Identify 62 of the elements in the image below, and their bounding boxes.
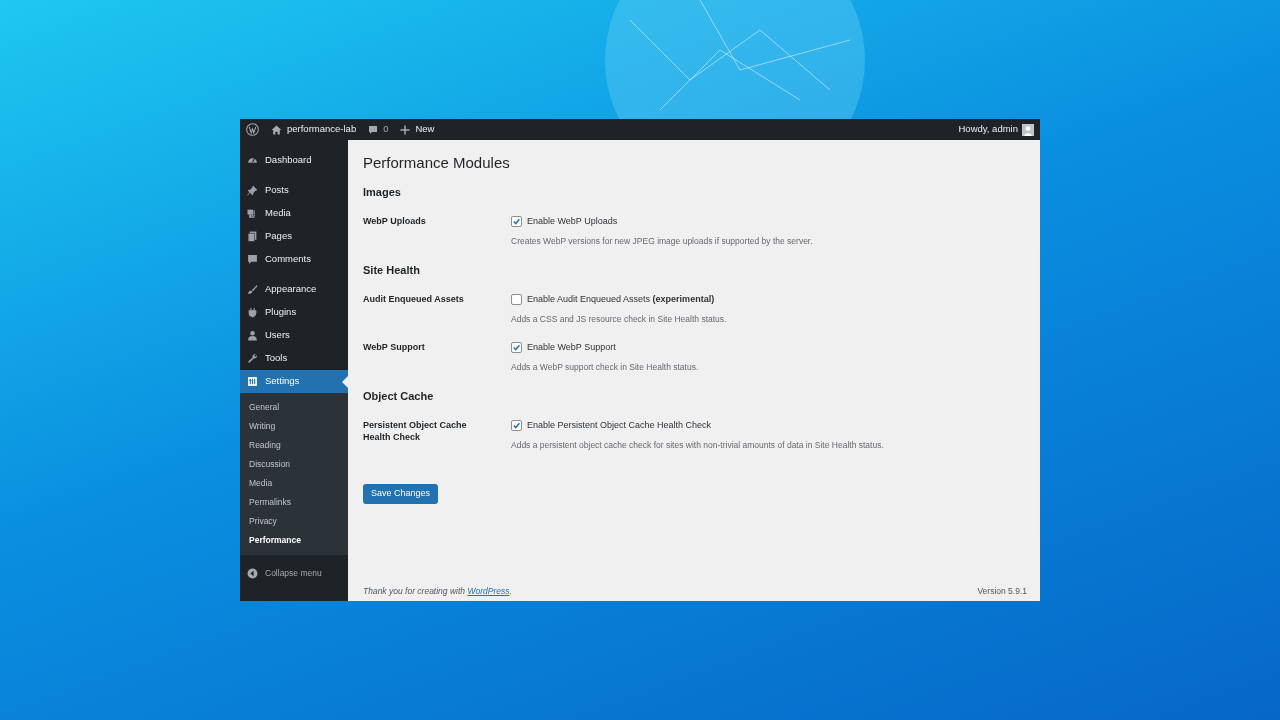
comment-icon bbox=[368, 124, 379, 135]
checkbox[interactable] bbox=[511, 419, 522, 431]
setting-label: Audit Enqueued Assets bbox=[363, 293, 465, 306]
checkbox-label[interactable]: Enable WebP Support bbox=[527, 341, 616, 353]
section-heading: Site Health bbox=[363, 263, 421, 277]
submenu-item[interactable]: Writing bbox=[240, 417, 348, 436]
footer-text: Thank you for creating with WordPress. bbox=[363, 585, 512, 598]
setting-label: WebP Uploads bbox=[363, 215, 427, 228]
collapse-menu-button[interactable]: Collapse menu bbox=[240, 563, 348, 583]
menu-item[interactable]: Users bbox=[240, 324, 348, 347]
avatar-icon bbox=[1022, 123, 1034, 136]
section-heading: Object Cache bbox=[363, 389, 435, 403]
media-icon bbox=[247, 208, 258, 219]
setting-description: Adds a WebP support check in Site Health status. bbox=[511, 362, 699, 373]
home-icon bbox=[271, 124, 282, 135]
section-heading: Images bbox=[363, 185, 402, 199]
setting-label: Persistent Object Cache Health Check bbox=[363, 419, 468, 444]
gauge-icon bbox=[247, 155, 258, 166]
pushpin-icon bbox=[247, 185, 258, 196]
page-title: Performance Modules bbox=[363, 154, 511, 172]
menu-item[interactable]: Tools bbox=[240, 347, 348, 370]
menu-item[interactable]: Settings bbox=[240, 370, 348, 393]
paintbrush-icon bbox=[247, 284, 258, 295]
submenu-item[interactable]: Discussion bbox=[240, 455, 348, 474]
menu-item[interactable]: Dashboard bbox=[240, 149, 348, 172]
plus-icon bbox=[400, 124, 411, 135]
checkbox[interactable] bbox=[511, 215, 522, 227]
menu-item[interactable]: Plugins bbox=[240, 301, 348, 324]
submenu-item[interactable]: Reading bbox=[240, 436, 348, 455]
submenu-item[interactable]: Performance bbox=[240, 531, 348, 550]
submenu-item[interactable]: Media bbox=[240, 474, 348, 493]
submenu-item[interactable]: Privacy bbox=[240, 512, 348, 531]
menu-item[interactable]: Pages bbox=[240, 225, 348, 248]
version-text: Version 5.9.1 bbox=[977, 585, 1027, 598]
collapse-icon bbox=[247, 567, 258, 579]
checkbox[interactable] bbox=[511, 293, 522, 305]
comments-link[interactable]: 0 bbox=[368, 122, 389, 137]
checkbox[interactable] bbox=[511, 341, 522, 353]
setting-description: Adds a CSS and JS resource check in Site Health status. bbox=[511, 314, 727, 325]
setting-description: Adds a persistent object cache check for sites with non-trivial amounts of data in Site Health status. bbox=[511, 440, 884, 451]
submenu-item[interactable]: General bbox=[240, 398, 348, 417]
wrench-icon bbox=[247, 353, 258, 364]
checkbox-label[interactable]: Enable Persistent Object Cache Health Check bbox=[527, 419, 712, 431]
comment-icon bbox=[247, 254, 258, 265]
checkbox-label[interactable]: Enable WebP Uploads bbox=[527, 215, 618, 227]
new-link[interactable]: New bbox=[400, 122, 435, 137]
plug-icon bbox=[247, 307, 258, 318]
menu-item[interactable]: Posts bbox=[240, 179, 348, 202]
menu-item[interactable]: Media bbox=[240, 202, 348, 225]
checkbox-label[interactable]: Enable Audit Enqueued Assets (experimental) bbox=[527, 293, 715, 305]
account-link[interactable]: Howdy, admin bbox=[958, 122, 1034, 137]
menu-item[interactable]: Comments bbox=[240, 248, 348, 271]
pages-icon bbox=[247, 231, 258, 242]
save-changes-button[interactable]: Save Changes bbox=[363, 483, 439, 504]
site-name-link[interactable]: performance-lab bbox=[271, 122, 357, 137]
setting-label: WebP Support bbox=[363, 341, 426, 354]
setting-description: Creates WebP versions for new JPEG image uploads if supported by the server. bbox=[511, 236, 813, 247]
settings-icon bbox=[247, 376, 258, 387]
menu-item[interactable]: Appearance bbox=[240, 278, 348, 301]
submenu-item[interactable]: Permalinks bbox=[240, 493, 348, 512]
user-icon bbox=[247, 330, 258, 341]
wordpress-logo-icon[interactable] bbox=[246, 123, 259, 136]
